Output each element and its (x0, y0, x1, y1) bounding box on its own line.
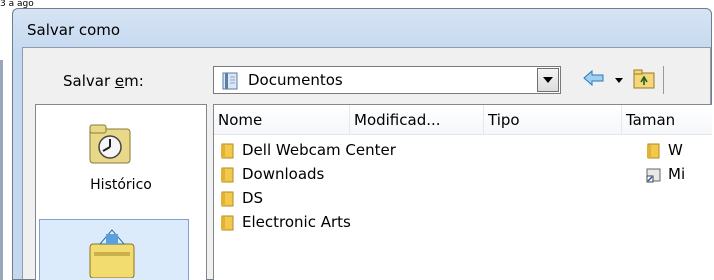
back-history-dropdown-icon[interactable] (615, 78, 623, 83)
column-header-row: Nome Modificad... Tipo Taman (214, 105, 712, 135)
chevron-down-icon (543, 77, 553, 83)
column-header-modified[interactable]: Modificad... (350, 105, 484, 135)
dialog-title: Salvar como (27, 21, 121, 39)
save-in-value: Documentos (248, 71, 343, 89)
background-strip: 3 a ago (0, 0, 714, 8)
folder-icon (646, 143, 662, 163)
dialog-client-area: Salvar em: Documentos Histórico Nome Mod… (22, 47, 712, 280)
list-item[interactable]: Dell Webcam Center (214, 139, 712, 163)
folder-icon (220, 191, 236, 211)
list-item[interactable]: Downloads (214, 163, 712, 187)
save-in-dropdown-button[interactable] (537, 68, 559, 92)
up-folder-icon[interactable] (633, 68, 655, 90)
file-name: Mi (668, 165, 686, 183)
places-item-label: Histórico (90, 177, 152, 193)
title-bar[interactable]: Salvar como (13, 9, 711, 49)
file-name: Dell Webcam Center (242, 141, 396, 159)
column-header-name[interactable]: Nome (214, 105, 350, 135)
toolbar-separator (663, 66, 664, 94)
file-name: DS (242, 189, 264, 207)
places-item-historico[interactable]: Histórico (36, 113, 206, 213)
save-in-combobox[interactable]: Documentos (213, 66, 561, 94)
save-in-label: Salvar em: (63, 72, 144, 90)
file-name: Downloads (242, 165, 325, 183)
back-arrow-icon[interactable] (583, 69, 605, 90)
desktop-icon (86, 226, 138, 280)
file-name: W (668, 141, 683, 159)
list-item[interactable]: DS (214, 187, 712, 211)
partial-background-text: 3 a ago (0, 0, 34, 8)
file-rows: Dell Webcam Center Downloads DS Electron… (214, 139, 712, 235)
background-edge (0, 60, 3, 280)
file-list-view[interactable]: Nome Modificad... Tipo Taman Dell Webcam… (213, 104, 712, 280)
column-header-type[interactable]: Tipo (484, 105, 622, 135)
history-icon (86, 123, 134, 171)
list-item[interactable]: Electronic Arts (214, 211, 712, 235)
places-item-selected[interactable] (39, 219, 189, 280)
places-bar: Histórico (35, 104, 207, 280)
folder-icon (220, 143, 236, 163)
folder-icon (220, 167, 236, 187)
file-name: Electronic Arts (242, 213, 351, 231)
column-header-size[interactable]: Taman (622, 105, 712, 135)
folder-icon (220, 215, 236, 235)
documents-library-icon (222, 72, 240, 94)
save-as-dialog: Salvar como Salvar em: Documentos Histór… (12, 8, 712, 280)
shortcut-icon (646, 167, 662, 187)
